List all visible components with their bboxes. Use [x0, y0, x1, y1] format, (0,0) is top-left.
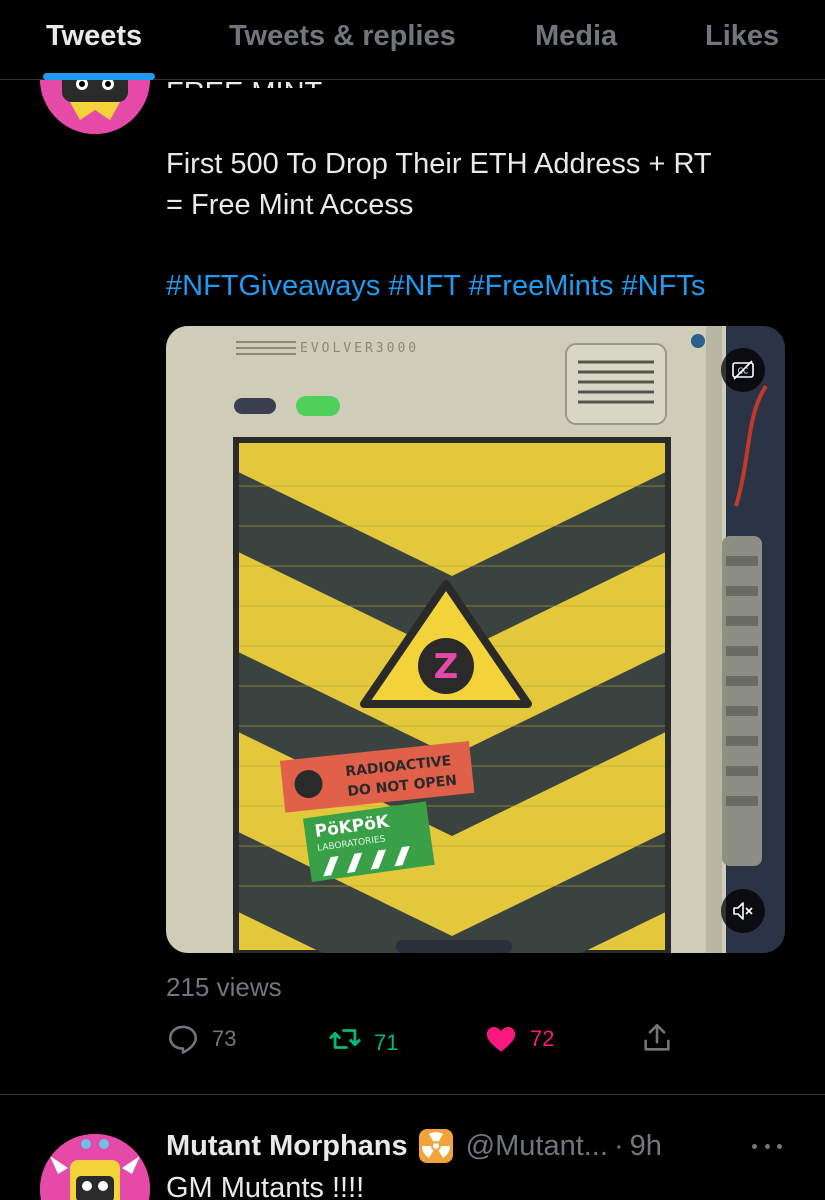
- radioactive-emoji-icon: [418, 1129, 453, 1163]
- share-icon: [644, 1023, 670, 1051]
- more-dot-icon: [777, 1143, 782, 1149]
- retweet-icon: [329, 1029, 361, 1049]
- author-handle[interactable]: @Mutant...: [466, 1130, 608, 1163]
- view-count: 215 views: [166, 972, 282, 1002]
- like-count: 72: [530, 1026, 555, 1051]
- tweet-text-line-1: First 500 To Drop Their ETH Address + RT: [166, 148, 712, 180]
- hashtags: #NFTGiveaways #NFT #FreeMints #NFTs: [166, 270, 705, 303]
- tweet-video[interactable]: EVOLVER3000 Z RADIOACTIVE DO NOT OPEN Pö…: [166, 326, 785, 953]
- more-dot-icon: [764, 1143, 770, 1149]
- heart-filled-icon: [486, 1026, 516, 1052]
- tweet-divider: [0, 1094, 825, 1095]
- share-button[interactable]: [640, 1020, 674, 1056]
- separator: ·: [613, 1129, 624, 1162]
- tab-likes[interactable]: Likes: [705, 20, 779, 53]
- author-name[interactable]: Mutant Morphans: [166, 1130, 408, 1163]
- like-button[interactable]: 72: [484, 1022, 554, 1056]
- retweet-button[interactable]: 71: [328, 1022, 398, 1056]
- tweet-text-line-2: = Free Mint Access: [166, 189, 414, 221]
- more-dot-icon: [752, 1143, 757, 1149]
- tweet-text: GM Mutants !!!!: [166, 1172, 365, 1200]
- video-frame-illustration: EVOLVER3000 Z RADIOACTIVE DO NOT OPEN Pö…: [166, 326, 785, 953]
- avatar[interactable]: [40, 1134, 150, 1200]
- closed-captions-button[interactable]: CC: [721, 348, 765, 392]
- tweet-time[interactable]: 9h: [630, 1130, 662, 1163]
- hashtag-link[interactable]: #NFT: [388, 270, 460, 302]
- tab-tweets[interactable]: Tweets: [46, 20, 142, 53]
- active-tab-indicator: [43, 73, 155, 80]
- retweet-count: 71: [374, 1030, 399, 1055]
- tab-tweets-and-replies[interactable]: Tweets & replies: [229, 20, 456, 53]
- evolver-label: EVOLVER3000: [300, 341, 419, 356]
- closed-captions-icon: CC: [732, 360, 754, 380]
- tab-media[interactable]: Media: [535, 20, 617, 53]
- tweet-header: Mutant Morphans @Mutant... · 9h: [166, 1128, 662, 1164]
- profile-tabs: Tweets Tweets & replies Media Likes: [0, 0, 825, 80]
- reply-icon: [168, 1025, 198, 1054]
- more-options-button[interactable]: [752, 1136, 782, 1156]
- speaker-muted-icon: [733, 902, 753, 920]
- emblem-letter: Z: [434, 647, 459, 687]
- reply-button[interactable]: 73: [166, 1022, 236, 1056]
- hashtag-link[interactable]: #FreeMints: [468, 270, 613, 302]
- reply-count: 73: [212, 1026, 237, 1051]
- hashtag-link[interactable]: #NFTs: [622, 270, 706, 302]
- tweet-actions: 73 71 72: [166, 1018, 706, 1062]
- hashtag-link[interactable]: #NFTGiveaways: [166, 270, 380, 302]
- unmute-button[interactable]: [721, 889, 765, 933]
